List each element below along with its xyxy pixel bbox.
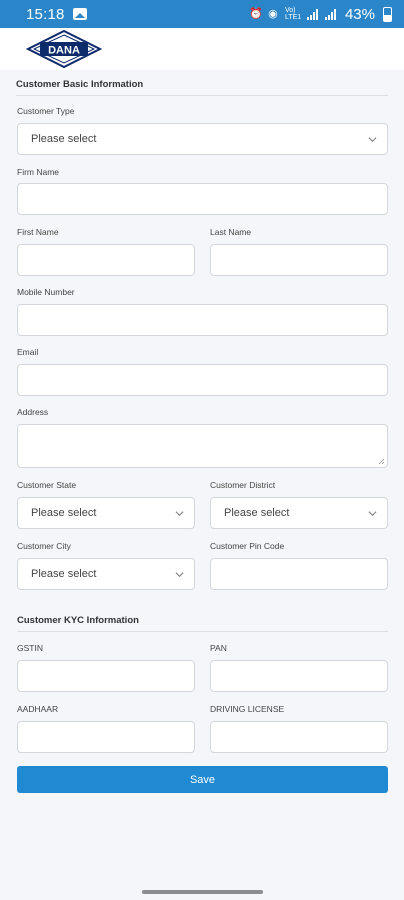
last-name-label: Last Name bbox=[210, 227, 252, 237]
customer-city-select[interactable]: Please select bbox=[17, 558, 195, 590]
first-name-label: First Name bbox=[17, 227, 59, 237]
aadhaar-label: AADHAAR bbox=[17, 704, 59, 714]
status-time: 15:18 bbox=[26, 5, 65, 23]
pan-input[interactable] bbox=[210, 660, 388, 692]
alarm-icon: ⏰ bbox=[248, 8, 263, 20]
mobile-number-label: Mobile Number bbox=[17, 287, 75, 297]
resize-grip-icon[interactable] bbox=[378, 458, 385, 465]
gstin-input[interactable] bbox=[17, 660, 195, 692]
email-label: Email bbox=[17, 347, 39, 357]
customer-city-label: Customer City bbox=[17, 541, 71, 551]
customer-type-value: Please select bbox=[31, 133, 97, 145]
customer-district-value: Please select bbox=[224, 507, 290, 519]
section-kyc-title: Customer KYC Information bbox=[17, 606, 388, 632]
volte-indicator: Vo) LTE1 bbox=[284, 7, 302, 21]
customer-district-select[interactable]: Please select bbox=[210, 497, 388, 529]
signal-strength-icon bbox=[306, 8, 319, 20]
signal-strength-2-icon bbox=[324, 8, 337, 20]
email-input[interactable] bbox=[17, 364, 388, 396]
gstin-label: GSTIN bbox=[17, 643, 43, 653]
mobile-number-input[interactable] bbox=[17, 304, 388, 336]
battery-icon bbox=[383, 6, 392, 22]
customer-district-label: Customer District bbox=[210, 480, 276, 490]
status-right: ⏰ ◉ Vo) LTE1 43% bbox=[249, 6, 392, 23]
pan-label: PAN bbox=[210, 643, 227, 653]
customer-pin-code-input[interactable] bbox=[210, 558, 388, 590]
driving-license-input[interactable] bbox=[210, 721, 388, 753]
first-name-input[interactable] bbox=[17, 244, 195, 276]
app-header: DANA bbox=[0, 28, 404, 70]
customer-state-value: Please select bbox=[31, 507, 97, 519]
customer-pin-code-label: Customer Pin Code bbox=[210, 541, 285, 551]
customer-city-value: Please select bbox=[31, 568, 97, 580]
dana-logo: DANA bbox=[26, 30, 102, 68]
section-basic-title: Customer Basic Information bbox=[16, 70, 388, 96]
address-label: Address bbox=[17, 407, 49, 417]
driving-license-label: DRIVING LICENSE bbox=[210, 704, 285, 714]
gallery-notification-icon bbox=[72, 8, 87, 20]
save-button[interactable]: Save bbox=[17, 766, 388, 793]
status-left: 15:18 bbox=[26, 6, 87, 23]
aadhaar-input[interactable] bbox=[17, 721, 195, 753]
chevron-down-icon bbox=[368, 136, 377, 142]
customer-type-select[interactable]: Please select bbox=[17, 123, 388, 155]
firm-name-input[interactable] bbox=[17, 183, 388, 215]
customer-state-label: Customer State bbox=[17, 480, 77, 490]
status-bar: 15:18 ⏰ ◉ Vo) LTE1 43% bbox=[0, 0, 404, 28]
home-indicator[interactable] bbox=[142, 890, 263, 894]
battery-percent: 43% bbox=[344, 5, 375, 23]
customer-state-select[interactable]: Please select bbox=[17, 497, 195, 529]
address-textarea[interactable] bbox=[17, 424, 388, 468]
customer-form: Customer Basic Information bbox=[0, 70, 404, 96]
firm-name-label: Firm Name bbox=[17, 167, 60, 177]
last-name-input[interactable] bbox=[210, 244, 388, 276]
customer-type-label: Customer Type bbox=[17, 106, 75, 116]
chevron-down-icon bbox=[175, 571, 184, 577]
chevron-down-icon bbox=[175, 510, 184, 516]
hotspot-icon: ◉ bbox=[268, 8, 278, 20]
logo-text: DANA bbox=[48, 45, 80, 57]
chevron-down-icon bbox=[368, 510, 377, 516]
